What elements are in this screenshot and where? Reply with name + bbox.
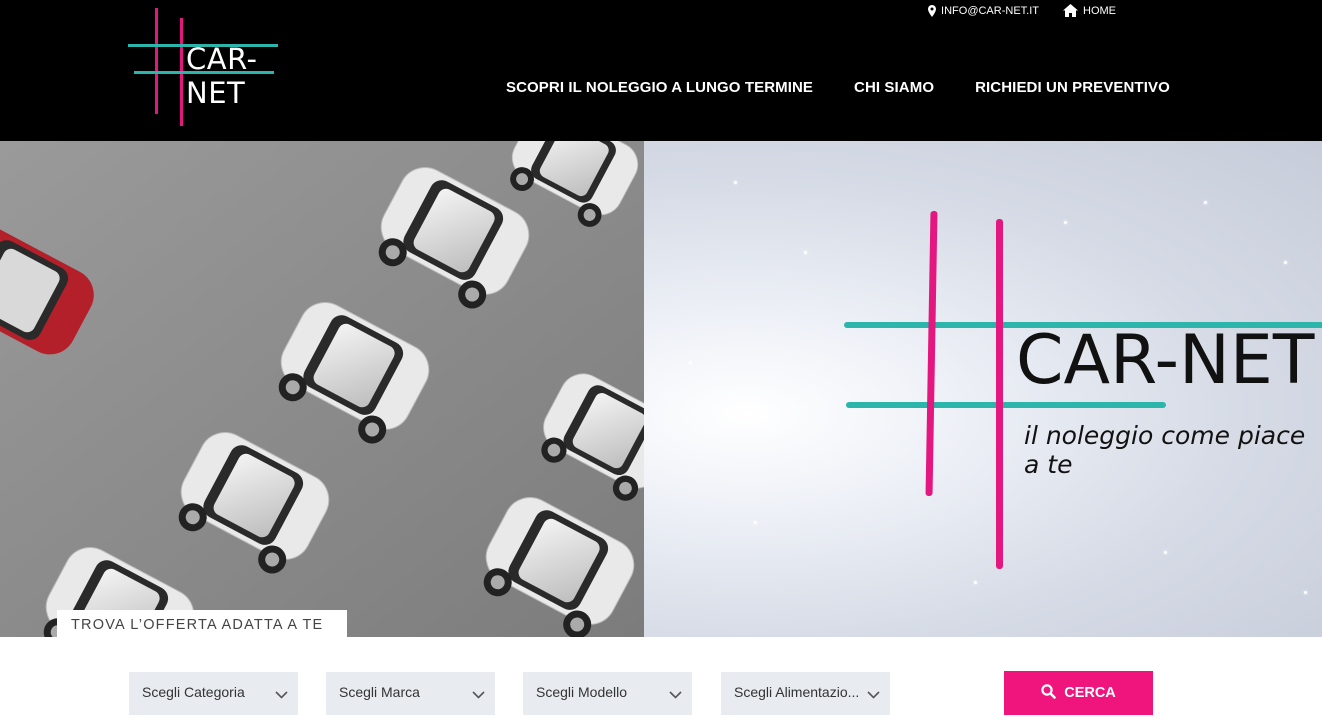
banner-tagline: il noleggio come piace a te xyxy=(1024,421,1306,479)
sparkle xyxy=(734,181,737,184)
search-icon xyxy=(1041,683,1057,703)
top-bar: INFO@CAR-NET.IT HOME xyxy=(928,4,1116,17)
find-offer-tab: TROVA L’OFFERTA ADATTA A TE xyxy=(57,610,347,637)
banner-brand: CAR-NET xyxy=(1016,321,1315,400)
sparkle xyxy=(689,361,692,364)
main-nav: SCOPRI IL NOLEGGIO A LUNGO TERMINE CHI S… xyxy=(506,79,1170,96)
model-select-label: Scegli Modello xyxy=(536,684,628,700)
banner-logo: CAR-NET il noleggio come piace a te xyxy=(844,211,1322,571)
category-select[interactable]: Scegli Categoria xyxy=(129,672,298,715)
category-select-label: Scegli Categoria xyxy=(142,684,245,700)
brand-select-label: Scegli Marca xyxy=(339,684,420,700)
sparkle xyxy=(804,251,807,254)
parked-cars-image: TROVA L’OFFERTA ADATTA A TE xyxy=(0,141,644,637)
home-icon xyxy=(1063,4,1078,17)
car-net-logo[interactable]: CAR-NET xyxy=(128,8,308,128)
fuel-select-label: Scegli Alimentazio... xyxy=(734,684,860,700)
banner-pink-stroke xyxy=(925,211,938,496)
sparkle xyxy=(1304,591,1307,594)
logo-pink-stroke xyxy=(155,8,158,114)
email-link[interactable]: INFO@CAR-NET.IT xyxy=(928,4,1039,17)
brand-select[interactable]: Scegli Marca xyxy=(326,672,495,715)
home-label: HOME xyxy=(1083,4,1116,17)
search-button-label: CERCA xyxy=(1064,685,1116,701)
sparkle xyxy=(754,521,757,524)
sparkle xyxy=(1204,201,1207,204)
map-marker-icon xyxy=(928,4,937,17)
hero-slider: TROVA L’OFFERTA ADATTA A TE CAR-NET il n… xyxy=(0,141,1322,637)
nav-item-noleggio[interactable]: SCOPRI IL NOLEGGIO A LUNGO TERMINE xyxy=(506,79,813,96)
home-link[interactable]: HOME xyxy=(1063,4,1116,17)
sparkle xyxy=(974,581,977,584)
chevron-down-icon xyxy=(669,686,682,702)
model-select[interactable]: Scegli Modello xyxy=(523,672,692,715)
cars-illustration xyxy=(0,141,644,637)
chevron-down-icon xyxy=(867,686,880,702)
nav-item-preventivo[interactable]: RICHIEDI UN PREVENTIVO xyxy=(975,79,1170,96)
fuel-select[interactable]: Scegli Alimentazio... xyxy=(721,672,890,715)
email-label: INFO@CAR-NET.IT xyxy=(941,4,1039,17)
search-button[interactable]: CERCA xyxy=(1004,671,1153,715)
nav-item-chi-siamo[interactable]: CHI SIAMO xyxy=(854,79,934,96)
banner-teal-stroke xyxy=(846,402,1166,408)
chevron-down-icon xyxy=(472,686,485,702)
banner-pink-stroke xyxy=(996,219,1003,569)
chevron-down-icon xyxy=(275,686,288,702)
site-header: CAR-NET INFO@CAR-NET.IT HOME SCOPRI IL N… xyxy=(0,0,1322,141)
car-net-banner: CAR-NET il noleggio come piace a te xyxy=(644,141,1322,637)
logo-text: CAR-NET xyxy=(186,42,258,110)
offer-search-form: Scegli Categoria Scegli Marca Scegli Mod… xyxy=(0,637,1322,720)
